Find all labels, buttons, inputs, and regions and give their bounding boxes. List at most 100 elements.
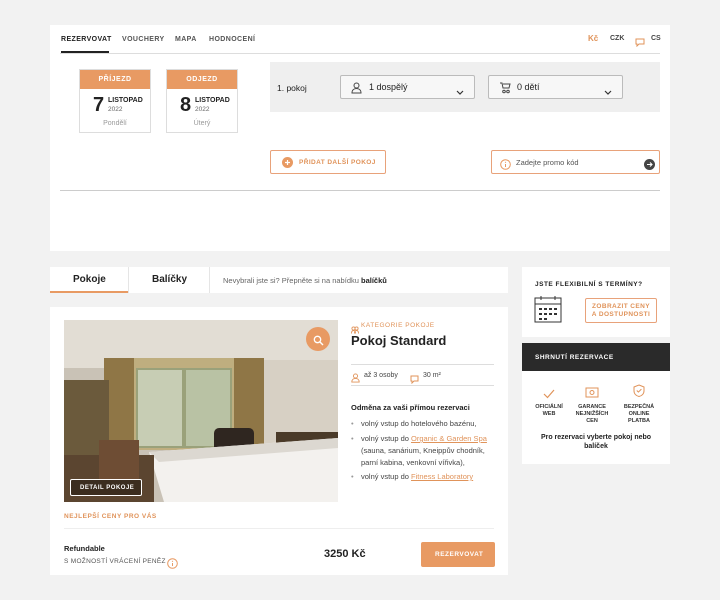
feature-line: OFICIÁLNÍ	[535, 404, 563, 410]
tab-rezervovat[interactable]: REZERVOVAT	[61, 36, 112, 43]
summary-note: Pro rezervaci vyberte pokoj nebo balíček	[526, 433, 666, 451]
feature-line: ONLINE	[628, 411, 650, 417]
feature-line: NEJNIŽŠÍCH	[575, 411, 609, 417]
room-photo[interactable]	[64, 320, 338, 502]
money-icon	[585, 385, 599, 403]
room-number-label: 1. pokoj	[277, 83, 307, 93]
summary-note-line: balíček	[584, 443, 608, 450]
benefit-item: • volný vstup do Organic & Garden Spa (s…	[351, 433, 487, 469]
chat-icon[interactable]	[635, 34, 645, 52]
room-info-divider	[351, 364, 494, 365]
arrival-date-box[interactable]: PŘÍJEZD 7 LISTOPAD 2022 Pondělí	[79, 69, 151, 133]
show-prices-button[interactable]: ZOBRAZIT CENY A DOSTUPNOSTI	[585, 298, 657, 323]
tab-vouchery[interactable]: VOUCHERY	[122, 36, 165, 43]
add-room-label: PŘIDAT DALŠÍ POKOJ	[299, 159, 376, 166]
official-web-label: OFICIÁLNÍ WEB	[528, 404, 570, 418]
add-room-button[interactable]: PŘIDAT DALŠÍ POKOJ	[270, 150, 386, 174]
chevron-down-icon	[604, 83, 612, 101]
benefit-item: • volný vstup do hotelového bazénu,	[351, 418, 477, 430]
departure-year: 2022	[195, 106, 210, 113]
tab-divider	[128, 267, 129, 293]
benefit-text: volný vstup do hotelového bazénu,	[361, 419, 477, 428]
room-detail-button[interactable]: DETAIL POKOJE	[70, 479, 142, 496]
room-occupancy-row: 1. pokoj 1 dospělý 0 dětí	[270, 62, 660, 112]
tab-mapa[interactable]: MAPA	[175, 36, 197, 43]
flexible-title: JSTE FLEXIBILNÍ S TERMÍNY?	[535, 281, 643, 288]
person-icon	[351, 81, 362, 99]
room-detail-label: DETAIL POKOJE	[80, 485, 135, 491]
children-select[interactable]: 0 dětí	[488, 75, 623, 99]
arrival-year: 2022	[108, 106, 123, 113]
bullet-dot: •	[351, 419, 354, 428]
departure-label: ODJEZD	[167, 70, 237, 89]
arrow-right-circle-icon[interactable]	[644, 157, 655, 175]
active-tab-underline	[50, 291, 128, 293]
flexible-dates-card: JSTE FLEXIBILNÍ S TERMÍNY? ZOBRAZIT CENY…	[522, 267, 670, 337]
tab-pokoje[interactable]: Pokoje	[73, 274, 106, 285]
bullet-dot: •	[351, 434, 354, 443]
language-selector[interactable]: CS	[651, 35, 661, 42]
arrival-weekday: Pondělí	[103, 120, 127, 127]
tab-divider	[209, 267, 210, 293]
info-icon[interactable]	[167, 556, 178, 574]
reservation-summary-card: SHRNUTÍ REZERVACE OFICIÁLNÍ WEB GARANCE …	[522, 343, 670, 464]
benefit-item: • volný vstup do Fitness Laboratory	[351, 471, 473, 483]
departure-weekday: Úterý	[193, 120, 211, 127]
feature-line: WEB	[542, 411, 556, 417]
room-name: Pokoj Standard	[351, 333, 447, 348]
lowest-price-label: GARANCE NEJNIŽŠÍCH CEN	[571, 404, 613, 425]
room-area: 30 m²	[423, 372, 441, 379]
feature-line: CEN	[586, 418, 598, 424]
calendar-icon	[534, 295, 562, 328]
booking-divider	[60, 190, 660, 191]
summary-header: SHRNUTÍ REZERVACE	[522, 343, 670, 371]
packages-hint: Nevybrali jste si? Přepněte si na nabídk…	[223, 276, 387, 285]
tab-hodnoceni[interactable]: HODNOCENÍ	[209, 36, 255, 43]
departure-date-box[interactable]: ODJEZD 8 LISTOPAD 2022 Úterý	[166, 69, 238, 133]
tab-balicky[interactable]: Balíčky	[152, 274, 187, 285]
benefit-text: (sauna, sanárium, Kneippův chodník,	[361, 446, 485, 455]
currency-symbol[interactable]: Kč	[588, 34, 598, 43]
adults-select[interactable]: 1 dospělý	[340, 75, 475, 99]
departure-day: 8	[180, 94, 192, 116]
feature-line: BEZPEČNÁ	[623, 404, 655, 410]
departure-month: LISTOPAD	[195, 97, 230, 104]
show-prices-label-2: A DOSTUPNOSTI	[591, 311, 651, 318]
room-category-label: KATEGORIE POKOJE	[361, 322, 435, 329]
checkmark-icon	[543, 386, 555, 404]
search-icon	[313, 333, 324, 351]
arrival-label: PŘÍJEZD	[80, 70, 150, 89]
packages-hint-text: Nevybrali jste si? Přepněte si na nabídk…	[223, 276, 361, 285]
room-capacity: až 3 osoby	[364, 372, 398, 379]
adults-value: 1 dospělý	[369, 82, 408, 92]
shield-icon	[633, 384, 645, 402]
organic-garden-spa-link[interactable]: Organic & Garden Spa	[411, 434, 487, 443]
promo-placeholder: Zadejte promo kód	[516, 158, 579, 167]
booking-panel: REZERVOVAT VOUCHERY MAPA HODNOCENÍ Kč CZ…	[50, 25, 670, 251]
info-icon	[500, 157, 511, 175]
packages-hint-link[interactable]: balíčků	[361, 276, 387, 285]
rate-divider	[64, 528, 494, 529]
zoom-button[interactable]	[306, 327, 330, 351]
rate-name: Refundable	[64, 544, 105, 553]
promo-code-input[interactable]: Zadejte promo kód	[491, 150, 660, 174]
secure-payment-label: BEZPEČNÁ ONLINE PLATBA	[618, 404, 660, 425]
room-tabs-bar: Pokoje Balíčky Nevybrali jste si? Přepně…	[50, 267, 508, 293]
rate-refund-label: S MOŽNOSTÍ VRÁCENÍ PENĚZ	[64, 558, 166, 565]
chevron-down-icon	[456, 83, 464, 101]
feature-line: GARANCE	[578, 404, 606, 410]
summary-note-line: Pro rezervaci vyberte pokoj nebo	[540, 434, 652, 441]
room-price: 3250 Kč	[324, 548, 366, 560]
currency-selector[interactable]: CZK	[610, 35, 624, 42]
arrival-month: LISTOPAD	[108, 97, 143, 104]
room-photo-image	[64, 320, 338, 502]
benefits-title: Odměna za vaši přímou rezervaci	[351, 403, 470, 412]
benefit-text: volný vstup do	[361, 472, 412, 481]
feature-line: PLATBA	[628, 418, 650, 424]
fitness-laboratory-link[interactable]: Fitness Laboratory	[411, 472, 473, 481]
plus-circle-icon	[282, 157, 293, 170]
bullet-dot: •	[351, 472, 354, 481]
book-room-button[interactable]: REZERVOVAT	[421, 542, 495, 567]
room-info-divider	[351, 385, 494, 386]
benefit-text: volný vstup do	[361, 434, 412, 443]
